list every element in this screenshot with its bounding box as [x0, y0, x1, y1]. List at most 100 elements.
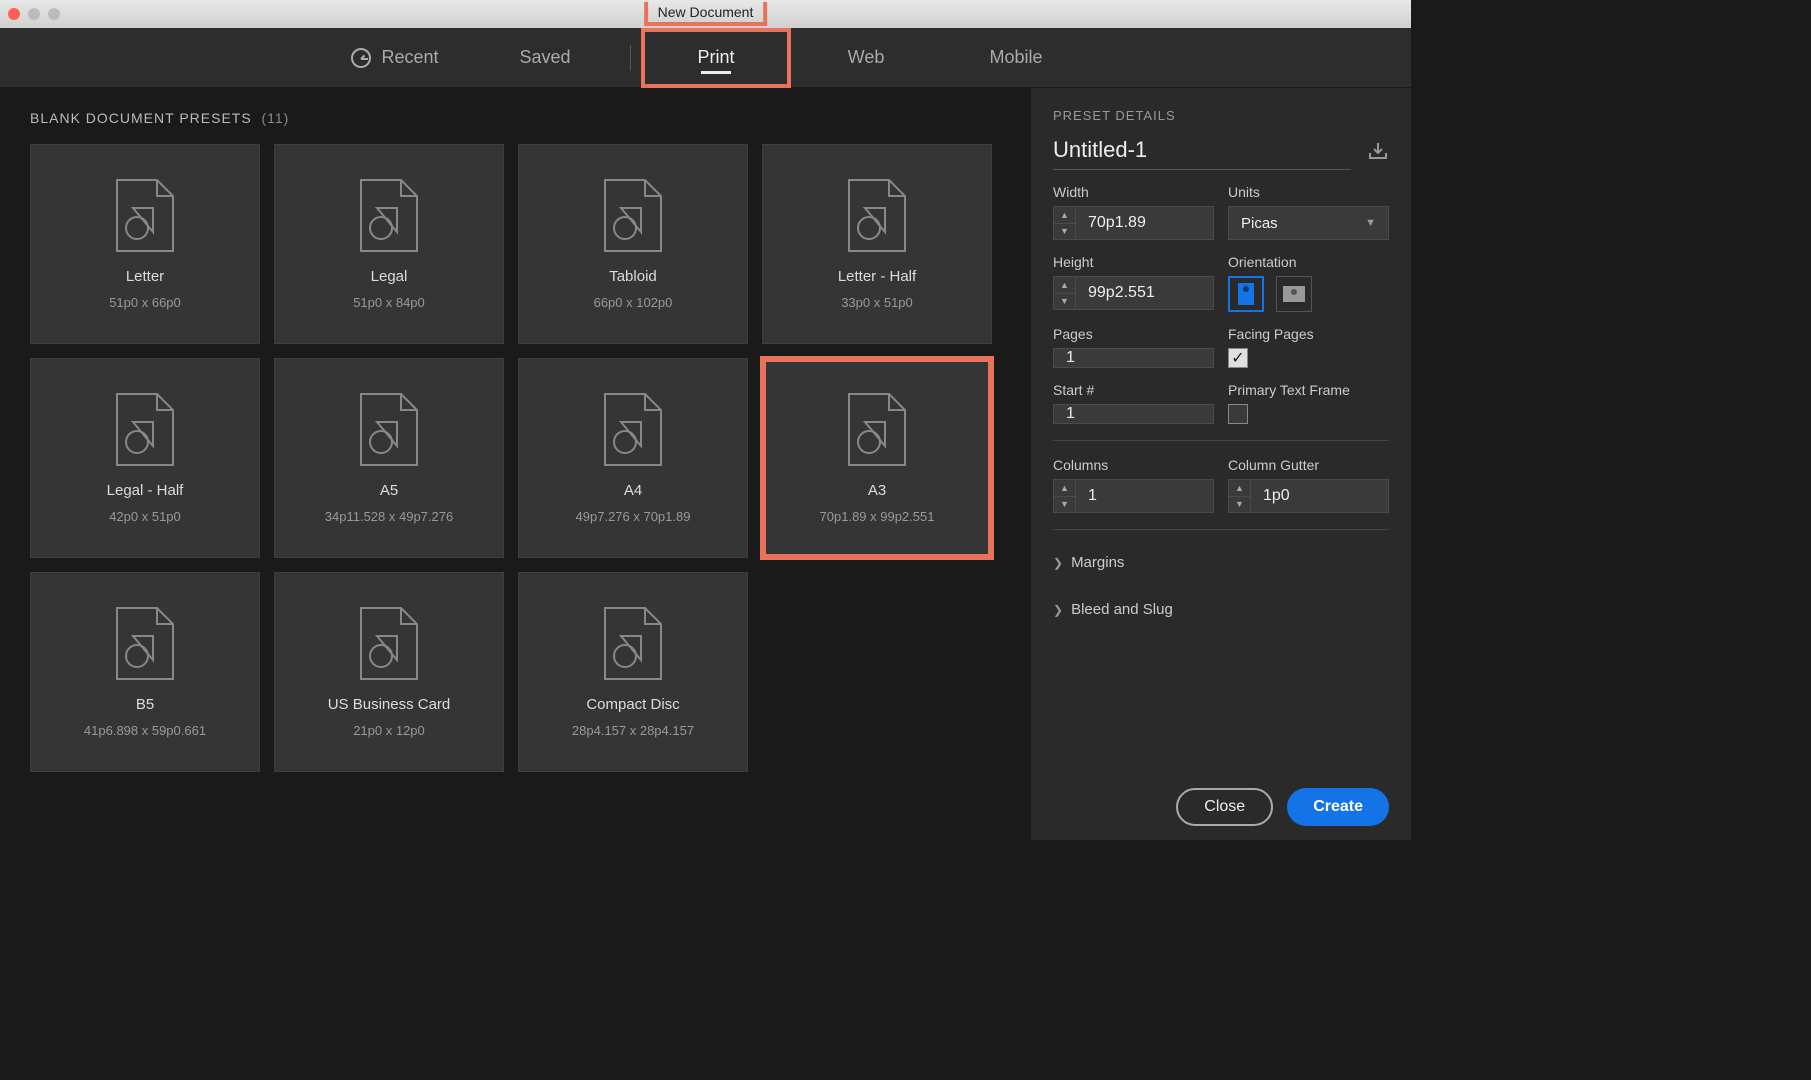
facing-pages-checkbox[interactable]: ✓ — [1228, 348, 1248, 368]
preset-name: A5 — [380, 482, 398, 499]
width-label: Width — [1053, 184, 1214, 200]
preset-b5[interactable]: B5 41p6.898 x 59p0.661 — [30, 572, 260, 772]
zoom-window-button[interactable] — [48, 8, 60, 20]
preset-dimensions: 42p0 x 51p0 — [109, 509, 181, 524]
width-input[interactable]: 70p1.89 — [1075, 206, 1214, 240]
presets-count: (11) — [261, 110, 289, 126]
pages-label: Pages — [1053, 326, 1214, 342]
tab-mobile[interactable]: Mobile — [941, 28, 1091, 87]
preset-compact-disc[interactable]: Compact Disc28p4.157 x 28p4.157 — [518, 572, 748, 772]
pages-input[interactable]: 1 — [1053, 348, 1214, 368]
start-number-input[interactable]: 1 — [1053, 404, 1214, 424]
save-preset-icon[interactable] — [1367, 142, 1389, 165]
width-down[interactable]: ▼ — [1054, 224, 1075, 240]
preset-a4[interactable]: A4 49p7.276 x 70p1.89 — [518, 358, 748, 558]
margins-expander[interactable]: ❯ Margins — [1053, 546, 1389, 579]
tab-mobile-label: Mobile — [989, 47, 1042, 68]
columns-input[interactable]: 1 — [1075, 479, 1214, 513]
preset-letter[interactable]: Letter 51p0 x 66p0 — [30, 144, 260, 344]
preset-letter-half[interactable]: Letter - Half33p0 x 51p0 — [762, 144, 992, 344]
presets-heading-text: BLANK DOCUMENT PRESETS — [30, 110, 252, 126]
tab-web[interactable]: Web — [791, 28, 941, 87]
tab-recent[interactable]: Recent — [320, 28, 470, 87]
preset-name: Letter - Half — [838, 268, 916, 285]
document-icon — [115, 178, 175, 258]
primary-text-frame-label: Primary Text Frame — [1228, 382, 1389, 398]
document-icon — [603, 392, 663, 472]
preset-dimensions: 51p0 x 84p0 — [353, 295, 425, 310]
preset-name: Legal — [371, 268, 408, 285]
preset-name: Letter — [126, 268, 164, 285]
preset-details-heading: PRESET DETAILS — [1053, 108, 1389, 123]
gutter-down[interactable]: ▼ — [1229, 497, 1250, 513]
presets-panel: BLANK DOCUMENT PRESETS (11) Letter 51p0 x… — [0, 88, 1031, 840]
column-gutter-label: Column Gutter — [1228, 457, 1389, 473]
preset-tabloid[interactable]: Tabloid66p0 x 102p0 — [518, 144, 748, 344]
units-value: Picas — [1241, 215, 1278, 232]
close-button[interactable]: Close — [1176, 788, 1273, 826]
orientation-portrait-button[interactable] — [1228, 276, 1264, 312]
preset-dimensions: 49p7.276 x 70p1.89 — [576, 509, 691, 524]
columns-up[interactable]: ▲ — [1054, 480, 1075, 497]
preset-dimensions: 41p6.898 x 59p0.661 — [84, 723, 206, 738]
bleed-slug-expander[interactable]: ❯ Bleed and Slug — [1053, 593, 1389, 626]
width-stepper[interactable]: ▲▼ 70p1.89 — [1053, 206, 1214, 240]
gutter-up[interactable]: ▲ — [1229, 480, 1250, 497]
preset-a5[interactable]: A5 34p11.528 x 49p7.276 — [274, 358, 504, 558]
window-controls — [8, 8, 60, 20]
preset-us-business-card[interactable]: US Business Card 21p0 x 12p0 — [274, 572, 504, 772]
facing-pages-label: Facing Pages — [1228, 326, 1389, 342]
create-button[interactable]: Create — [1287, 788, 1389, 826]
bleed-slug-label: Bleed and Slug — [1071, 601, 1173, 618]
preset-a3[interactable]: A3 70p1.89 x 99p2.551 — [762, 358, 992, 558]
divider — [1053, 529, 1389, 530]
units-select[interactable]: Picas ▼ — [1228, 206, 1389, 240]
document-icon — [359, 178, 419, 258]
chevron-right-icon: ❯ — [1053, 556, 1063, 570]
document-icon — [359, 392, 419, 472]
preset-name: US Business Card — [328, 696, 451, 713]
preset-dimensions: 66p0 x 102p0 — [594, 295, 673, 310]
document-icon — [115, 392, 175, 472]
height-up[interactable]: ▲ — [1054, 277, 1075, 294]
tab-divider — [630, 45, 631, 71]
columns-stepper[interactable]: ▲▼ 1 — [1053, 479, 1214, 513]
landscape-icon — [1283, 286, 1305, 302]
document-icon — [847, 178, 907, 258]
tab-print[interactable]: Print — [641, 28, 791, 88]
preset-dimensions: 21p0 x 12p0 — [353, 723, 425, 738]
chevron-down-icon: ▼ — [1365, 217, 1376, 229]
column-gutter-input[interactable]: 1p0 — [1250, 479, 1389, 513]
columns-down[interactable]: ▼ — [1054, 497, 1075, 513]
preset-name: A4 — [624, 482, 642, 499]
primary-text-frame-checkbox[interactable] — [1228, 404, 1248, 424]
preset-dimensions: 34p11.528 x 49p7.276 — [325, 509, 453, 524]
tab-web-label: Web — [848, 47, 885, 68]
portrait-icon — [1238, 283, 1254, 305]
presets-heading: BLANK DOCUMENT PRESETS (11) — [30, 110, 1001, 126]
preset-legal[interactable]: Legal 51p0 x 84p0 — [274, 144, 504, 344]
tab-print-label: Print — [697, 47, 734, 68]
height-input[interactable]: 99p2.551 — [1075, 276, 1214, 310]
minimize-window-button[interactable] — [28, 8, 40, 20]
width-up[interactable]: ▲ — [1054, 207, 1075, 224]
tab-saved[interactable]: Saved — [470, 28, 620, 87]
document-name-input[interactable]: Untitled-1 — [1053, 137, 1351, 170]
preset-legal-half[interactable]: Legal - Half 42p0 x 51p0 — [30, 358, 260, 558]
document-icon — [359, 606, 419, 686]
tab-saved-label: Saved — [519, 47, 570, 68]
column-gutter-stepper[interactable]: ▲▼ 1p0 — [1228, 479, 1389, 513]
height-down[interactable]: ▼ — [1054, 294, 1075, 310]
preset-name: Legal - Half — [107, 482, 184, 499]
document-icon — [115, 606, 175, 686]
height-stepper[interactable]: ▲▼ 99p2.551 — [1053, 276, 1214, 310]
preset-dimensions: 51p0 x 66p0 — [109, 295, 181, 310]
orientation-landscape-button[interactable] — [1276, 276, 1312, 312]
divider — [1053, 440, 1389, 441]
preset-name: A3 — [868, 482, 886, 499]
preset-dimensions: 70p1.89 x 99p2.551 — [820, 509, 935, 524]
tab-recent-label: Recent — [381, 47, 438, 68]
preset-name: B5 — [136, 696, 154, 713]
columns-label: Columns — [1053, 457, 1214, 473]
close-window-button[interactable] — [8, 8, 20, 20]
